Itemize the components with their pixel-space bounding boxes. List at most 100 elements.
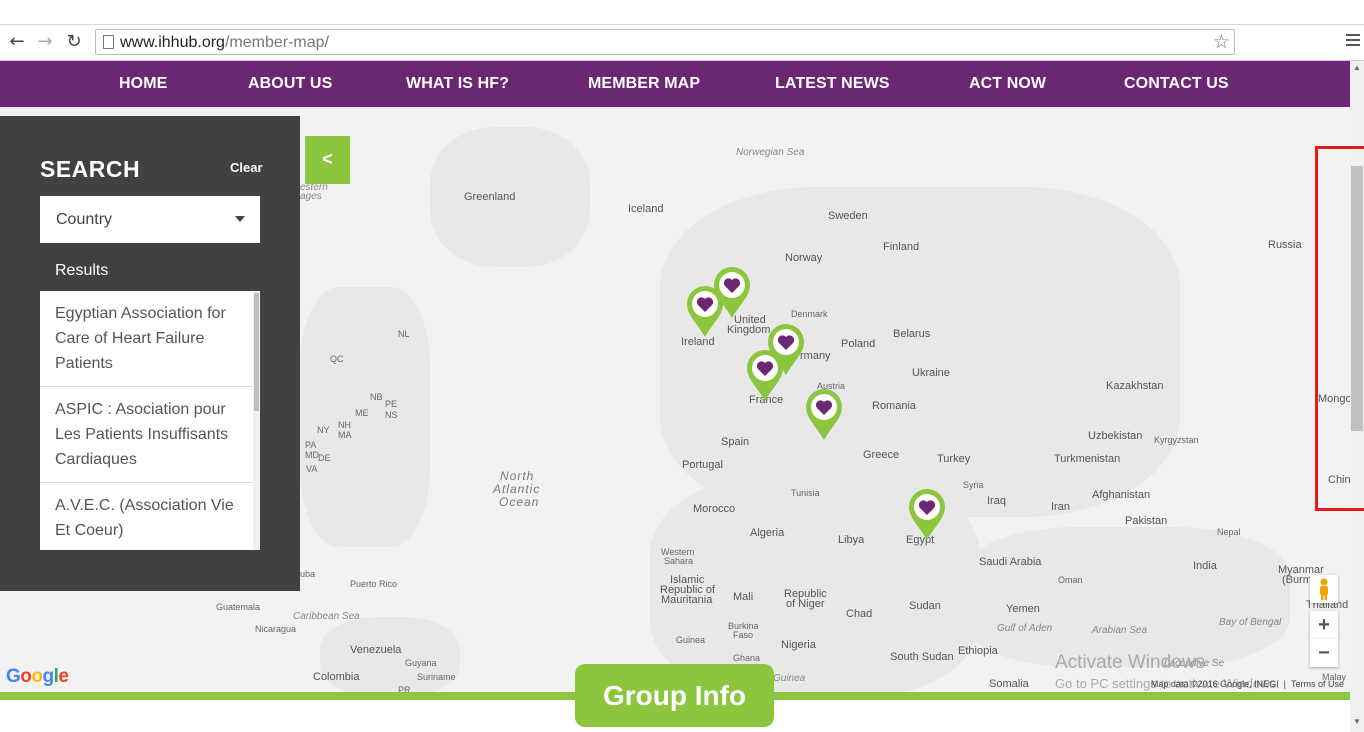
- label-norwegian-sea: Norwegian Sea: [736, 147, 805, 158]
- clear-button[interactable]: Clear: [230, 160, 263, 175]
- nav-item-home[interactable]: HOME: [119, 75, 167, 93]
- list-item[interactable]: Egyptian Association for Care of Heart F…: [40, 291, 253, 387]
- terms-of-use-link[interactable]: Terms of Use: [1291, 679, 1344, 689]
- label-va: VA: [306, 464, 318, 474]
- label-ma: MA: [338, 430, 352, 440]
- label-ns: NS: [385, 410, 398, 420]
- results-scrollbar[interactable]: [253, 291, 260, 550]
- label-iraq: Iraq: [987, 495, 1006, 507]
- label-saudi-arabia: Saudi Arabia: [979, 556, 1042, 568]
- label-pa: PA: [305, 440, 317, 450]
- label-nicaragua: Nicaragua: [255, 624, 297, 634]
- label-turkey: Turkey: [937, 453, 971, 465]
- results-list: Egyptian Association for Care of Heart F…: [40, 291, 253, 550]
- label-nigeria: Nigeria: [781, 639, 816, 651]
- watermark-line-1: Activate Windows: [1055, 652, 1205, 673]
- label-puerto-rico: Puerto Rico: [350, 579, 398, 589]
- list-item[interactable]: ASPIC : Asociation pour Les Patients Ins…: [40, 387, 253, 483]
- browser-menu-icon[interactable]: [1346, 34, 1360, 48]
- label-me: ME: [355, 408, 369, 418]
- label-poland: Poland: [841, 338, 876, 350]
- label-colombia: Colombia: [313, 671, 360, 683]
- label-tunisia: Tunisia: [791, 488, 820, 498]
- label-bay-of-bengal: Bay of Bengal: [1219, 617, 1282, 628]
- map-marker-egypt[interactable]: [907, 488, 947, 542]
- browser-tab-strip: [0, 0, 1364, 25]
- label-venezuela: Venezuela: [350, 644, 402, 656]
- forward-arrow-icon[interactable]: →: [34, 31, 56, 53]
- results-scrollbar-thumb[interactable]: [254, 293, 259, 411]
- label-somalia: Somalia: [989, 678, 1029, 690]
- map-marker-uk[interactable]: [712, 266, 752, 320]
- reload-icon[interactable]: ↻: [63, 31, 85, 53]
- nav-item-contact-us[interactable]: CONTACT US: [1124, 75, 1229, 93]
- map-marker-france[interactable]: [745, 349, 785, 403]
- scroll-up-arrow-icon[interactable]: ▲: [1353, 63, 1361, 72]
- label-oman: Oman: [1058, 575, 1083, 585]
- label-pe: PE: [385, 399, 398, 409]
- nav-item-latest-news[interactable]: LATEST NEWS: [775, 75, 890, 93]
- label-morocco: Morocco: [693, 503, 736, 515]
- label-guyana: Guyana: [405, 658, 437, 668]
- label-norway: Norway: [785, 252, 823, 264]
- label-iceland: Iceland: [628, 203, 664, 215]
- search-sidebar: SEARCH Clear Country Results Egyptian As…: [0, 116, 300, 591]
- label-ethiopia: Ethiopia: [958, 645, 998, 657]
- label-kyrgyzstan: Kyrgyzstan: [1154, 435, 1199, 445]
- nav-item-about-us[interactable]: ABOUT US: [248, 75, 332, 93]
- zoom-in-button[interactable]: +: [1310, 611, 1338, 639]
- label-burkina-faso: Faso: [733, 630, 754, 640]
- nav-item-member-map[interactable]: MEMBER MAP: [588, 75, 700, 93]
- label-ukraine: Ukraine: [912, 367, 950, 379]
- label-nepal: Nepal: [1217, 527, 1241, 537]
- label-nl: NL: [398, 329, 410, 339]
- nav-item-what-is-hf[interactable]: WHAT IS HF?: [406, 75, 509, 93]
- country-select[interactable]: Country: [40, 196, 260, 243]
- url-text: www.ihhub.org/member-map/: [120, 34, 329, 52]
- site-navigation: HOME ABOUT US WHAT IS HF? MEMBER MAP LAT…: [0, 61, 1350, 107]
- label-belarus: Belarus: [893, 328, 931, 340]
- list-item[interactable]: A.V.E.C. (Association Vie Et Coeur): [40, 483, 253, 550]
- label-greece: Greece: [863, 449, 900, 461]
- label-mali: Mali: [733, 591, 754, 603]
- results-label: Results: [55, 262, 109, 279]
- label-south-sudan: South Sudan: [890, 651, 954, 663]
- label-cuba: uba: [300, 569, 316, 579]
- label-kazakhstan: Kazakhstan: [1106, 380, 1164, 392]
- chevron-down-icon: [235, 216, 245, 222]
- label-algeria: Algeria: [750, 527, 785, 539]
- label-turkmenistan: Turkmenistan: [1054, 453, 1121, 465]
- label-western-sahara-2: Sahara: [664, 556, 694, 566]
- highlight-annotation-box: [1315, 146, 1364, 511]
- scroll-down-arrow-icon[interactable]: ▼: [1353, 717, 1361, 726]
- label-spain: Spain: [721, 436, 750, 448]
- attribution-text: Map data ©2016 Google, INEGI: [1150, 679, 1279, 689]
- street-view-pegman-icon[interactable]: [1310, 575, 1338, 603]
- sidebar-toggle-button[interactable]: <: [305, 136, 350, 184]
- label-chad: Chad: [846, 608, 873, 620]
- label-yemen: Yemen: [1006, 603, 1040, 615]
- map-marker-italy[interactable]: [804, 388, 844, 442]
- label-gulf-of-guinea: Guinea: [773, 673, 806, 684]
- label-romania: Romania: [872, 400, 917, 412]
- page-icon: [103, 35, 114, 49]
- zoom-out-button[interactable]: −: [1310, 639, 1338, 667]
- label-de: DE: [318, 453, 331, 463]
- back-arrow-icon[interactable]: ←: [6, 31, 28, 53]
- nav-item-act-now[interactable]: ACT NOW: [969, 75, 1046, 93]
- label-suriname: Suriname: [417, 672, 456, 682]
- address-bar[interactable]: www.ihhub.org/member-map/ ☆: [95, 29, 1235, 55]
- label-guinea: Guinea: [676, 635, 706, 645]
- land-south-asia: [960, 527, 1290, 667]
- label-nh: NH: [338, 420, 351, 430]
- land-eurasia: [660, 187, 1180, 517]
- bookmark-star-icon[interactable]: ☆: [1213, 31, 1230, 53]
- label-syria: Syria: [963, 480, 984, 490]
- label-pakistan: Pakistan: [1125, 515, 1168, 527]
- group-info-button[interactable]: Group Info: [575, 664, 774, 727]
- url-domain: www.ihhub.org: [120, 34, 225, 51]
- label-nb: NB: [370, 392, 383, 402]
- google-logo: Google: [6, 666, 69, 687]
- country-select-value: Country: [56, 211, 113, 228]
- label-niger-2: of Niger: [786, 598, 825, 610]
